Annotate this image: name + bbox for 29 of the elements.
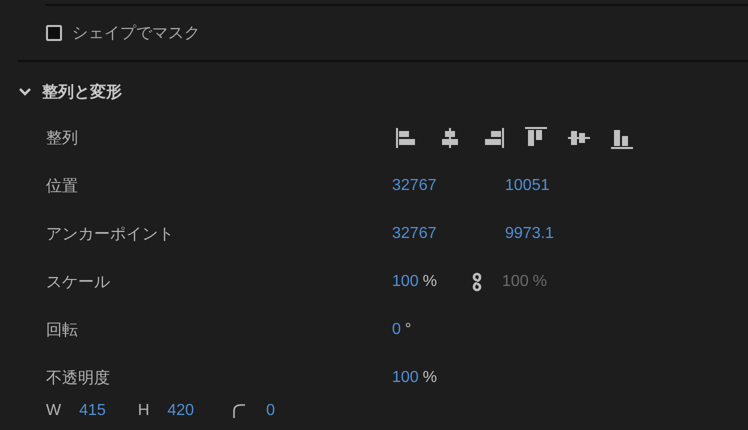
value-field[interactable]: 100 bbox=[502, 273, 529, 291]
value-field[interactable]: 10051 bbox=[505, 177, 550, 195]
value-field[interactable]: 420 bbox=[167, 402, 194, 420]
value-field[interactable]: 0 bbox=[392, 321, 401, 339]
value-field[interactable]: 9973.1 bbox=[505, 225, 554, 243]
value-field[interactable]: 415 bbox=[79, 402, 106, 420]
property-label: 位置 bbox=[46, 176, 79, 196]
chevron-icon[interactable] bbox=[18, 87, 32, 97]
value-field[interactable]: 100 bbox=[392, 273, 419, 291]
height-label: H bbox=[138, 402, 150, 420]
unit-label: ° bbox=[404, 321, 412, 339]
value-field[interactable]: 0 bbox=[266, 402, 275, 420]
checkbox-label: シェイプでマスク bbox=[72, 22, 200, 44]
value-field[interactable]: 32767 bbox=[392, 177, 436, 195]
property-label: 不透明度 bbox=[46, 368, 111, 388]
unit-label: % bbox=[422, 369, 437, 387]
value-field[interactable]: 32767 bbox=[392, 225, 436, 243]
property-label: 回転 bbox=[46, 320, 79, 340]
checkbox[interactable] bbox=[46, 25, 62, 41]
section-title: 整列と変形 bbox=[42, 82, 122, 102]
unit-label: % bbox=[422, 273, 437, 291]
property-label: アンカーポイント bbox=[46, 224, 175, 244]
property-label: 整列 bbox=[46, 128, 79, 148]
width-label: W bbox=[46, 402, 62, 420]
mask-checkbox[interactable]: シェイプでマスク bbox=[46, 18, 748, 48]
property-label: スケール bbox=[46, 272, 111, 292]
unit-label: % bbox=[532, 273, 547, 291]
link-icon[interactable] bbox=[470, 272, 484, 292]
value-field[interactable]: 100 bbox=[392, 369, 419, 387]
